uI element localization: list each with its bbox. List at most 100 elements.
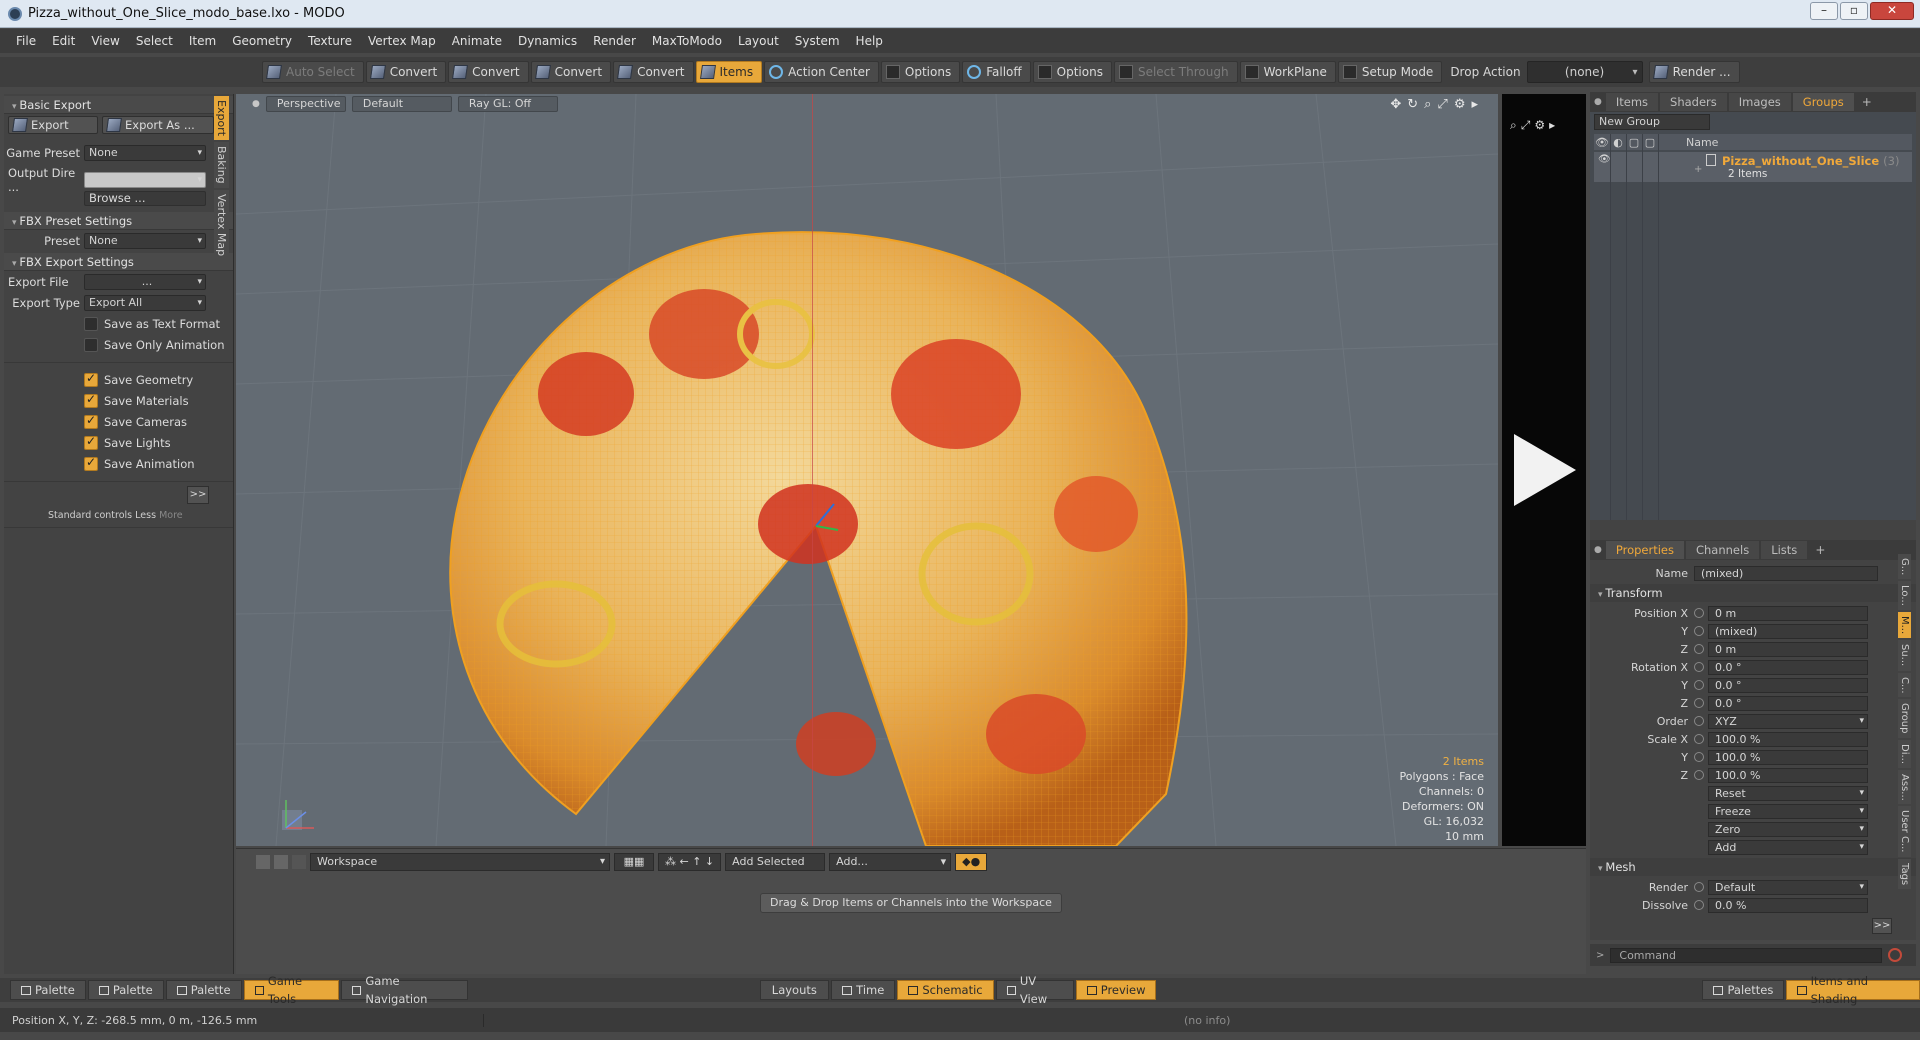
scale-x-field[interactable]: 100.0 %: [1708, 731, 1868, 747]
basic-export-header[interactable]: Basic Export: [4, 96, 233, 114]
tab-shaders[interactable]: Shaders: [1660, 93, 1727, 111]
fit-icon[interactable]: ⤢: [1521, 118, 1531, 133]
menu-maxtomodo[interactable]: MaxToModo: [644, 34, 730, 48]
side-tab-c[interactable]: C...: [1898, 672, 1911, 698]
rotation-z-key-icon[interactable]: [1694, 698, 1704, 708]
export-as-button[interactable]: Export As ...: [102, 116, 214, 134]
save-cameras-checkbox[interactable]: [84, 413, 98, 429]
rotation-z-field[interactable]: 0.0 °: [1708, 695, 1868, 711]
play-icon[interactable]: [1514, 434, 1576, 506]
scale-y-key-icon[interactable]: [1694, 752, 1704, 762]
raygl-dropdown[interactable]: Ray GL: Off: [457, 96, 558, 112]
add-props-tab-icon[interactable]: +: [1809, 543, 1831, 557]
eye-toggle-icon[interactable]: 👁: [1598, 154, 1611, 165]
scale-z-key-icon[interactable]: [1694, 770, 1704, 780]
convert-materials-button[interactable]: Convert: [613, 61, 694, 83]
workspace-select[interactable]: Workspace: [310, 853, 610, 871]
zoom-view-icon[interactable]: ⌕: [1424, 97, 1431, 112]
side-tab-g[interactable]: G...: [1898, 554, 1911, 580]
rotation-y-field[interactable]: 0.0 °: [1708, 677, 1868, 693]
close-button[interactable]: ✕: [1870, 2, 1914, 20]
preview-tab[interactable]: Preview: [1075, 980, 1157, 1000]
export-file-select[interactable]: ...: [84, 273, 206, 290]
game-navigation-tab[interactable]: Game Navigation: [341, 974, 468, 1006]
scale-x-key-icon[interactable]: [1694, 734, 1704, 744]
menu-system[interactable]: System: [787, 34, 848, 48]
schematic-tab[interactable]: Schematic: [897, 980, 994, 1000]
menu-file[interactable]: File: [8, 34, 44, 48]
add-dropdown[interactable]: Add: [1708, 839, 1868, 855]
3d-viewport[interactable]: ● Perspective Default Ray GL: Off ✥ ↻ ⌕ …: [236, 94, 1498, 846]
falloff-button[interactable]: Falloff: [962, 61, 1031, 83]
more-link[interactable]: More: [159, 510, 183, 521]
workspace-tool-icon-2[interactable]: [274, 855, 288, 869]
layouts-tab[interactable]: Layouts: [759, 980, 830, 1000]
auto-select-button[interactable]: Auto Select: [262, 61, 364, 83]
perspective-dropdown[interactable]: Perspective: [265, 96, 346, 112]
menu-animate[interactable]: Animate: [444, 34, 510, 48]
uv-view-tab[interactable]: UV View: [995, 974, 1074, 1006]
workspace-tool-icon-1[interactable]: [256, 855, 270, 869]
mesh-section[interactable]: Mesh: [1590, 858, 1916, 876]
drop-action-select[interactable]: (none): [1526, 61, 1643, 83]
export-type-select[interactable]: Export All: [84, 294, 206, 311]
position-x-field[interactable]: 0 m: [1708, 605, 1868, 621]
maximize-view-icon[interactable]: ⤢: [1437, 97, 1447, 112]
transform-section[interactable]: Transform: [1590, 584, 1916, 602]
preset-select[interactable]: None: [84, 232, 206, 249]
side-tab-lo[interactable]: Lo...: [1898, 581, 1911, 611]
props-menu-dot[interactable]: ●: [1594, 545, 1602, 555]
scale-y-field[interactable]: 100.0 %: [1708, 749, 1868, 765]
dissolve-field[interactable]: 0.0 %: [1708, 897, 1868, 913]
menu-view[interactable]: View: [83, 34, 127, 48]
menu-render[interactable]: Render: [585, 34, 644, 48]
name-column-header[interactable]: Name: [1686, 136, 1718, 149]
zoom-icon[interactable]: ⌕: [1510, 118, 1517, 133]
keyframe-toggle-icon[interactable]: ◆●: [955, 853, 988, 871]
rotation-y-key-icon[interactable]: [1694, 680, 1704, 690]
grid-view-icon[interactable]: ▦▦: [614, 853, 654, 871]
items-shading-tab[interactable]: Items and Shading: [1786, 974, 1920, 1006]
workspace-nav-icons[interactable]: ⁂ ← ↑ ↓: [658, 853, 722, 871]
command-input[interactable]: Command: [1610, 947, 1883, 963]
save-lights-checkbox[interactable]: [84, 434, 98, 450]
viewport-settings-icon[interactable]: ⚙: [1454, 97, 1466, 112]
game-preset-select[interactable]: None: [84, 144, 206, 161]
setup-mode-button[interactable]: Setup Mode: [1337, 61, 1443, 83]
convert-vertices-button[interactable]: Convert: [365, 61, 447, 83]
reset-dropdown[interactable]: Reset: [1708, 785, 1868, 801]
render-button[interactable]: Render ...: [1648, 61, 1740, 83]
add-selected-button[interactable]: Add Selected: [725, 853, 826, 871]
save-text-format-checkbox[interactable]: [84, 316, 98, 331]
side-tab-user-c[interactable]: User C...: [1898, 806, 1911, 857]
command-stop-icon[interactable]: [1888, 948, 1903, 962]
menu-edit[interactable]: Edit: [44, 34, 83, 48]
viewport-menu-dot[interactable]: ●: [252, 99, 260, 109]
tab-vertex-map[interactable]: Vertex Map: [214, 189, 229, 260]
order-key-icon[interactable]: [1694, 716, 1704, 726]
tab-channels[interactable]: Channels: [1685, 541, 1760, 559]
menu-layout[interactable]: Layout: [730, 34, 787, 48]
select-through-button[interactable]: Select Through: [1113, 61, 1238, 83]
tab-items[interactable]: Items: [1605, 93, 1659, 111]
position-x-key-icon[interactable]: [1694, 608, 1704, 618]
options-button-1[interactable]: Options: [880, 61, 961, 83]
tab-baking[interactable]: Baking: [214, 142, 229, 188]
props-more-button[interactable]: >>: [1872, 918, 1892, 934]
workplane-button[interactable]: WorkPlane: [1239, 61, 1336, 83]
side-tab-su[interactable]: Su...: [1898, 640, 1911, 671]
minimize-button[interactable]: –: [1810, 2, 1838, 20]
menu-dynamics[interactable]: Dynamics: [510, 34, 585, 48]
side-tab-ass[interactable]: Ass...: [1898, 769, 1911, 805]
tab-groups[interactable]: Groups: [1792, 93, 1854, 111]
side-tab-m[interactable]: M...: [1898, 612, 1911, 639]
panel-menu-dot[interactable]: ●: [1594, 97, 1602, 107]
tab-images[interactable]: Images: [1728, 93, 1791, 111]
shading-dropdown[interactable]: Default: [351, 96, 452, 112]
tab-lists[interactable]: Lists: [1761, 541, 1808, 559]
output-dir-input[interactable]: [84, 171, 206, 188]
menu-texture[interactable]: Texture: [300, 34, 360, 48]
zero-dropdown[interactable]: Zero: [1708, 821, 1868, 837]
browse-button[interactable]: Browse ...: [84, 190, 206, 206]
options-button-2[interactable]: Options: [1032, 61, 1112, 83]
